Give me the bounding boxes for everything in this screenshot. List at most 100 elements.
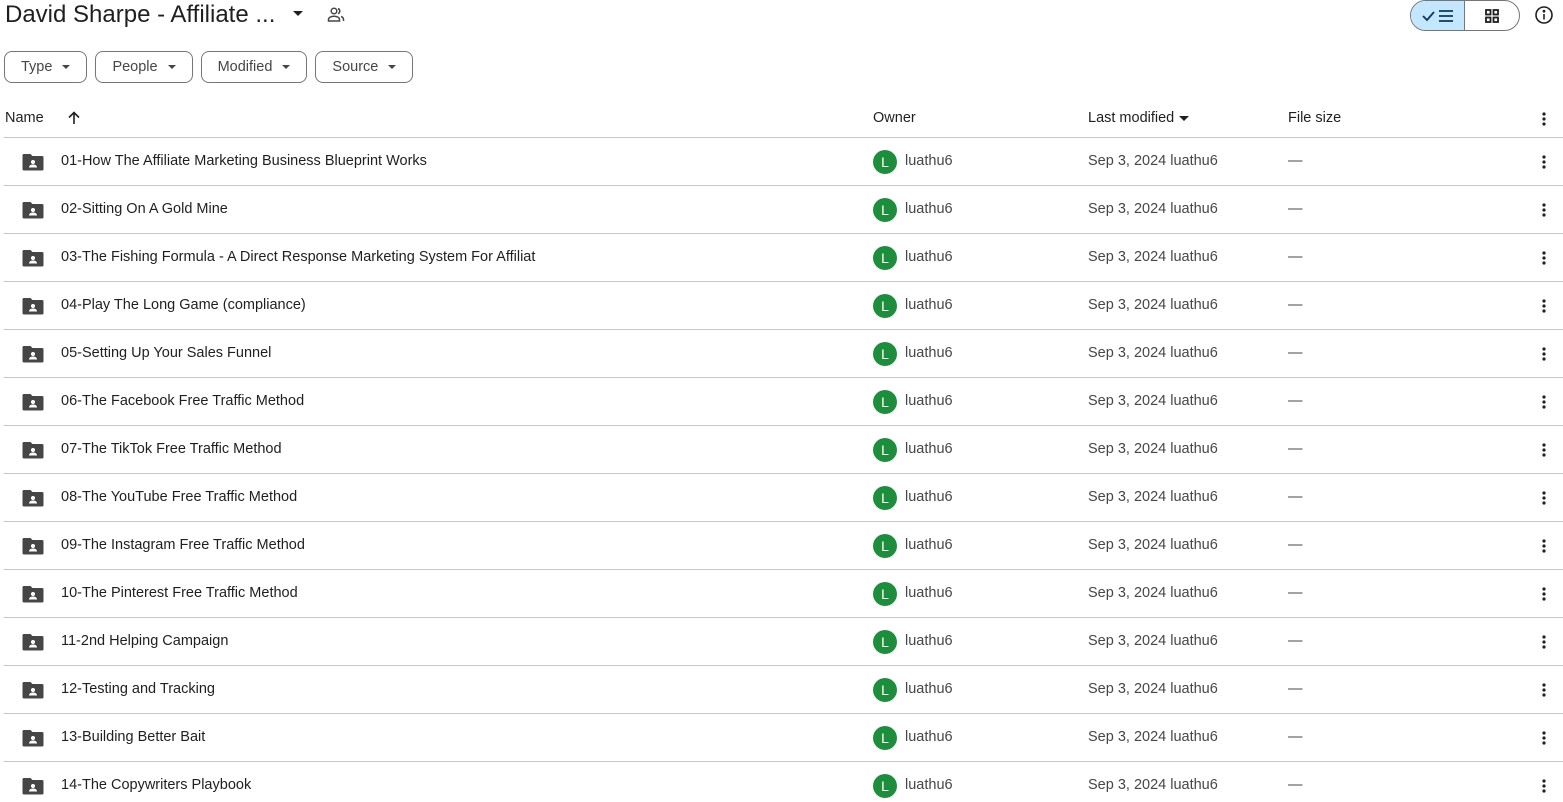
arrow-drop-down-icon (1179, 115, 1190, 121)
more-vert-icon[interactable] (1536, 110, 1552, 128)
arrow-drop-down-icon[interactable] (290, 6, 306, 22)
file-size: — (1288, 441, 1303, 457)
avatar: L (873, 150, 897, 174)
shared-folder-icon (22, 442, 44, 459)
column-header-owner[interactable]: Owner (873, 110, 916, 126)
table-row[interactable]: 09-The Instagram Free Traffic Method L l… (4, 522, 1563, 570)
more-vert-icon[interactable] (1536, 681, 1552, 699)
shared-folder-icon (22, 202, 44, 219)
check-list-icon (1421, 9, 1453, 22)
last-modified: Sep 3, 2024 luathu6 (1088, 681, 1218, 697)
last-modified: Sep 3, 2024 luathu6 (1088, 297, 1218, 313)
more-vert-icon[interactable] (1536, 297, 1552, 315)
file-name: 02-Sitting On A Gold Mine (61, 201, 228, 217)
owner-name: luathu6 (905, 633, 953, 649)
folder-title[interactable]: David Sharpe - Affiliate ... (5, 0, 275, 30)
more-vert-icon[interactable] (1536, 777, 1552, 795)
avatar: L (873, 774, 897, 798)
list-view-button[interactable] (1411, 1, 1466, 30)
last-modified: Sep 3, 2024 luathu6 (1088, 345, 1218, 361)
avatar: L (873, 582, 897, 606)
avatar: L (873, 294, 897, 318)
file-name: 11-2nd Helping Campaign (61, 633, 229, 649)
shared-folder-icon (22, 298, 44, 315)
file-name: 03-The Fishing Formula - A Direct Respon… (61, 249, 536, 265)
file-size: — (1288, 729, 1303, 745)
column-header-name[interactable]: Name (5, 110, 44, 126)
table-row[interactable]: 11-2nd Helping Campaign L luathu6 Sep 3,… (4, 618, 1563, 666)
filter-label: Source (332, 59, 379, 75)
table-row[interactable]: 05-Setting Up Your Sales Funnel L luathu… (4, 330, 1563, 378)
owner-name: luathu6 (905, 777, 953, 793)
filter-label: People (112, 59, 158, 75)
filter-modified[interactable]: Modified (200, 51, 308, 83)
avatar: L (873, 390, 897, 414)
table-row[interactable]: 08-The YouTube Free Traffic Method L lua… (4, 474, 1563, 522)
filter-people[interactable]: People (95, 51, 193, 83)
table-row[interactable]: 13-Building Better Bait L luathu6 Sep 3,… (4, 714, 1563, 762)
owner-name: luathu6 (905, 393, 953, 409)
more-vert-icon[interactable] (1536, 633, 1552, 651)
info-icon[interactable] (1534, 5, 1554, 25)
owner-name: luathu6 (905, 585, 953, 601)
file-size: — (1288, 249, 1303, 265)
table-row[interactable]: 03-The Fishing Formula - A Direct Respon… (4, 234, 1563, 282)
arrow-drop-down-icon (167, 65, 176, 69)
last-modified: Sep 3, 2024 luathu6 (1088, 201, 1218, 217)
more-vert-icon[interactable] (1536, 345, 1552, 363)
table-row[interactable]: 02-Sitting On A Gold Mine L luathu6 Sep … (4, 186, 1563, 234)
file-size: — (1288, 777, 1303, 793)
file-name: 07-The TikTok Free Traffic Method (61, 441, 282, 457)
owner-name: luathu6 (905, 201, 953, 217)
shared-folder-icon (22, 538, 44, 555)
more-vert-icon[interactable] (1536, 153, 1552, 171)
owner-name: luathu6 (905, 489, 953, 505)
owner-name: luathu6 (905, 441, 953, 457)
table-row[interactable]: 04-Play The Long Game (compliance) L lua… (4, 282, 1563, 330)
column-header-file-size[interactable]: File size (1288, 110, 1341, 126)
table-row[interactable]: 14-The Copywriters Playbook L luathu6 Se… (4, 762, 1563, 802)
table-body: 01-How The Affiliate Marketing Business … (4, 138, 1563, 802)
avatar: L (873, 630, 897, 654)
last-modified: Sep 3, 2024 luathu6 (1088, 249, 1218, 265)
column-header-last-modified[interactable]: Last modified (1088, 110, 1190, 126)
file-name: 01-How The Affiliate Marketing Business … (61, 153, 427, 169)
shared-folder-icon (22, 730, 44, 747)
file-name: 09-The Instagram Free Traffic Method (61, 537, 305, 553)
table-row[interactable]: 12-Testing and Tracking L luathu6 Sep 3,… (4, 666, 1563, 714)
column-header-label: Last modified (1088, 110, 1175, 126)
avatar: L (873, 726, 897, 750)
people-icon[interactable] (326, 5, 346, 25)
shared-folder-icon (22, 250, 44, 267)
arrow-upward-icon[interactable] (66, 110, 82, 126)
table-row[interactable]: 01-How The Affiliate Marketing Business … (4, 138, 1563, 186)
filter-label: Modified (217, 59, 273, 75)
more-vert-icon[interactable] (1536, 729, 1552, 747)
grid-icon (1485, 8, 1499, 23)
file-name: 12-Testing and Tracking (61, 681, 215, 697)
filter-type[interactable]: Type (4, 51, 88, 83)
avatar: L (873, 198, 897, 222)
avatar: L (873, 486, 897, 510)
more-vert-icon[interactable] (1536, 393, 1552, 411)
table-row[interactable]: 07-The TikTok Free Traffic Method L luat… (4, 426, 1563, 474)
more-vert-icon[interactable] (1536, 201, 1552, 219)
grid-view-button[interactable] (1465, 1, 1519, 30)
arrow-drop-down-icon (388, 65, 397, 69)
file-size: — (1288, 681, 1303, 697)
shared-folder-icon (22, 634, 44, 651)
more-vert-icon[interactable] (1536, 489, 1552, 507)
last-modified: Sep 3, 2024 luathu6 (1088, 633, 1218, 649)
table-row[interactable]: 10-The Pinterest Free Traffic Method L l… (4, 570, 1563, 618)
filter-source[interactable]: Source (315, 51, 414, 83)
table-row[interactable]: 06-The Facebook Free Traffic Method L lu… (4, 378, 1563, 426)
file-name: 10-The Pinterest Free Traffic Method (61, 585, 298, 601)
owner-name: luathu6 (905, 729, 953, 745)
more-vert-icon[interactable] (1536, 441, 1552, 459)
more-vert-icon[interactable] (1536, 585, 1552, 603)
last-modified: Sep 3, 2024 luathu6 (1088, 393, 1218, 409)
shared-folder-icon (22, 586, 44, 603)
more-vert-icon[interactable] (1536, 537, 1552, 555)
last-modified: Sep 3, 2024 luathu6 (1088, 441, 1218, 457)
more-vert-icon[interactable] (1536, 249, 1552, 267)
